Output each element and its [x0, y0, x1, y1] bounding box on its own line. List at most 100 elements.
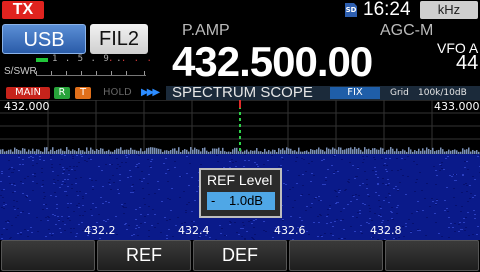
waterfall-speck — [368, 196, 370, 197]
waterfall-speck — [148, 206, 150, 207]
waterfall-speck — [385, 169, 387, 170]
noise-bar — [364, 147, 366, 154]
waterfall-speck — [339, 190, 341, 191]
noise-bar — [396, 148, 398, 154]
mode-button[interactable]: USB — [2, 24, 86, 54]
waterfall-speck — [474, 179, 476, 180]
noise-bar — [266, 151, 268, 154]
swr-meter[interactable] — [36, 66, 146, 76]
noise-bar — [362, 151, 364, 154]
softkey-4[interactable] — [289, 240, 383, 271]
waterfall-speck — [76, 205, 78, 206]
waterfall-speck — [289, 189, 291, 190]
filter-button[interactable]: FIL2 — [90, 24, 148, 54]
softkey-5[interactable] — [385, 240, 479, 271]
waterfall-speck — [82, 198, 84, 199]
noise-bar — [298, 147, 300, 154]
khz-button[interactable]: kHz — [420, 1, 478, 19]
waterfall-speck — [78, 203, 80, 204]
frequency-display[interactable]: 432.500.00 — [172, 38, 373, 86]
waterfall-speck — [103, 220, 105, 221]
s-swr-label[interactable]: S/SWR — [4, 66, 37, 77]
waterfall-speck — [447, 156, 449, 157]
waterfall-speck — [472, 197, 474, 198]
waterfall-speck — [325, 180, 327, 181]
ref-button[interactable]: REF — [97, 240, 191, 271]
waterfall-speck — [171, 188, 173, 189]
waterfall-speck — [108, 182, 110, 183]
waterfall-speck — [380, 216, 382, 217]
waterfall-speck — [154, 193, 156, 194]
waterfall-speck — [474, 195, 476, 196]
waterfall-speck — [455, 154, 457, 155]
waterfall-speck — [131, 186, 133, 187]
waterfall-speck — [47, 216, 49, 217]
waterfall-speck — [364, 171, 366, 172]
waterfall-speck — [366, 184, 368, 185]
def-button[interactable]: DEF — [193, 240, 287, 271]
agc-label[interactable]: AGC-M — [380, 22, 433, 40]
noise-bar — [94, 150, 96, 154]
noise-bar — [474, 150, 476, 154]
waterfall-speck — [451, 176, 453, 177]
noise-bar — [390, 147, 392, 154]
waterfall-speck — [144, 216, 146, 217]
noise-bar — [32, 148, 34, 154]
waterfall-speck — [432, 201, 434, 202]
noise-bar — [330, 149, 332, 154]
clock: 16:24 — [363, 0, 411, 20]
waterfall-speck — [32, 160, 34, 161]
waterfall-speck — [378, 215, 380, 216]
waterfall-speck — [248, 221, 250, 222]
waterfall-speck — [141, 171, 143, 172]
waterfall-speck — [95, 207, 97, 208]
waterfall-speck — [415, 182, 417, 183]
waterfall-speck — [397, 205, 399, 206]
waterfall-speck — [254, 162, 256, 163]
waterfall-speck — [379, 206, 381, 207]
waterfall-speck — [69, 166, 71, 167]
noise-bar — [28, 149, 30, 154]
waterfall-speck — [371, 220, 373, 221]
noise-bar — [398, 151, 400, 154]
noise-bar — [36, 149, 38, 154]
waterfall-speck — [148, 236, 150, 237]
waterfall-speck — [463, 184, 465, 185]
waterfall-speck — [374, 159, 376, 160]
waterfall-speck — [417, 201, 419, 202]
waterfall-speck — [137, 167, 139, 168]
waterfall-speck — [435, 222, 437, 223]
waterfall-speck — [24, 229, 26, 230]
waterfall-speck — [78, 162, 80, 163]
waterfall-speck — [368, 205, 370, 206]
waterfall-speck — [238, 234, 240, 235]
noise-bar — [222, 147, 224, 154]
waterfall-speck — [18, 157, 20, 158]
noise-bar — [166, 150, 168, 154]
waterfall-speck — [67, 179, 69, 180]
noise-bar — [262, 151, 264, 154]
waterfall-speck — [66, 195, 68, 196]
waterfall-speck — [425, 235, 427, 236]
ref-level-value-box[interactable]: - 1.0dB — [207, 192, 275, 210]
waterfall-speck — [198, 237, 200, 238]
noise-bar — [22, 148, 24, 154]
waterfall-speck — [75, 178, 77, 179]
waterfall-speck — [6, 229, 8, 230]
waterfall-speck — [429, 206, 431, 207]
noise-bar — [18, 149, 20, 154]
fix-mode-badge[interactable]: FIX — [330, 87, 380, 99]
waterfall-speck — [9, 238, 11, 239]
waterfall-speck — [306, 231, 308, 232]
waterfall-speck — [70, 203, 72, 204]
waterfall-speck — [194, 200, 196, 201]
waterfall-speck — [360, 231, 362, 232]
waterfall-speck — [476, 234, 478, 235]
noise-bar — [432, 147, 434, 154]
softkey-1[interactable] — [1, 240, 95, 271]
waterfall-speck — [464, 230, 466, 231]
waterfall-speck — [73, 166, 75, 167]
noise-bar — [70, 150, 72, 154]
noise-bar — [324, 151, 326, 154]
noise-bar — [170, 150, 172, 154]
